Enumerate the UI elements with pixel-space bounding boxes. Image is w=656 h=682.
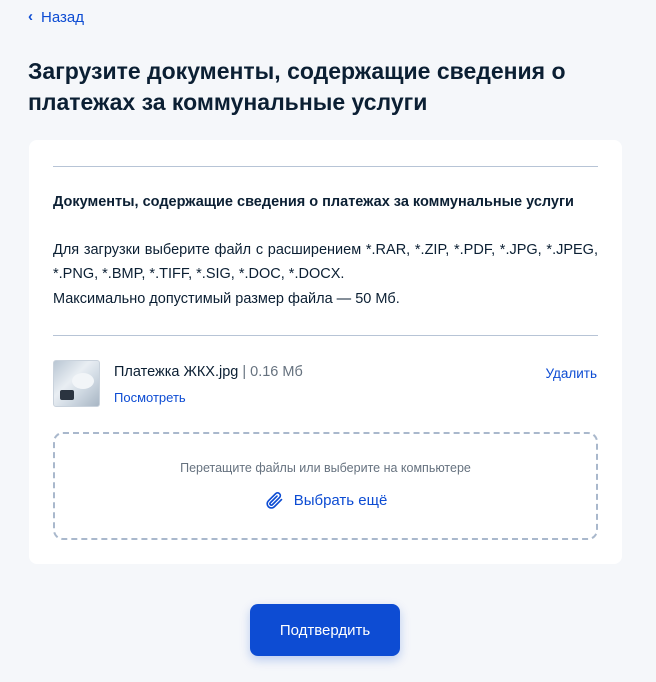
select-more-label: Выбрать ещё — [293, 491, 388, 509]
document-size-limit: Максимально допустимый размер файла — 50… — [53, 291, 400, 307]
document-heading: Документы, содержащие сведения о платежа… — [53, 194, 574, 210]
file-dropzone[interactable]: Перетащите файлы или выберите на компьют… — [53, 432, 598, 540]
file-name: Платежка ЖКХ.jpg — [114, 364, 239, 380]
back-link[interactable]: ‹ Назад — [28, 9, 84, 26]
file-thumbnail[interactable] — [53, 360, 100, 407]
file-info: Платежка ЖКХ.jpg | 0.16 Мб — [114, 364, 303, 380]
delete-file-link[interactable]: Удалить — [545, 366, 597, 381]
dropzone-hint: Перетащите файлы или выберите на компьют… — [180, 461, 471, 475]
upload-card: Документы, содержащие сведения о платежа… — [29, 140, 622, 564]
chevron-left-icon: ‹ — [28, 8, 33, 25]
confirm-button[interactable]: Подтвердить — [250, 604, 400, 656]
file-size: 0.16 Мб — [250, 364, 303, 380]
page-title: Загрузите документы, содержащие сведения… — [28, 58, 566, 115]
view-file-link[interactable]: Посмотреть — [114, 390, 186, 405]
document-description: Для загрузки выберите файл с расширением… — [53, 242, 598, 282]
back-label: Назад — [41, 9, 84, 26]
divider-bottom — [53, 335, 598, 336]
paperclip-icon — [266, 492, 283, 509]
divider-top — [53, 166, 598, 167]
select-more-button[interactable]: Выбрать ещё — [55, 490, 596, 510]
file-separator: | — [242, 364, 247, 380]
